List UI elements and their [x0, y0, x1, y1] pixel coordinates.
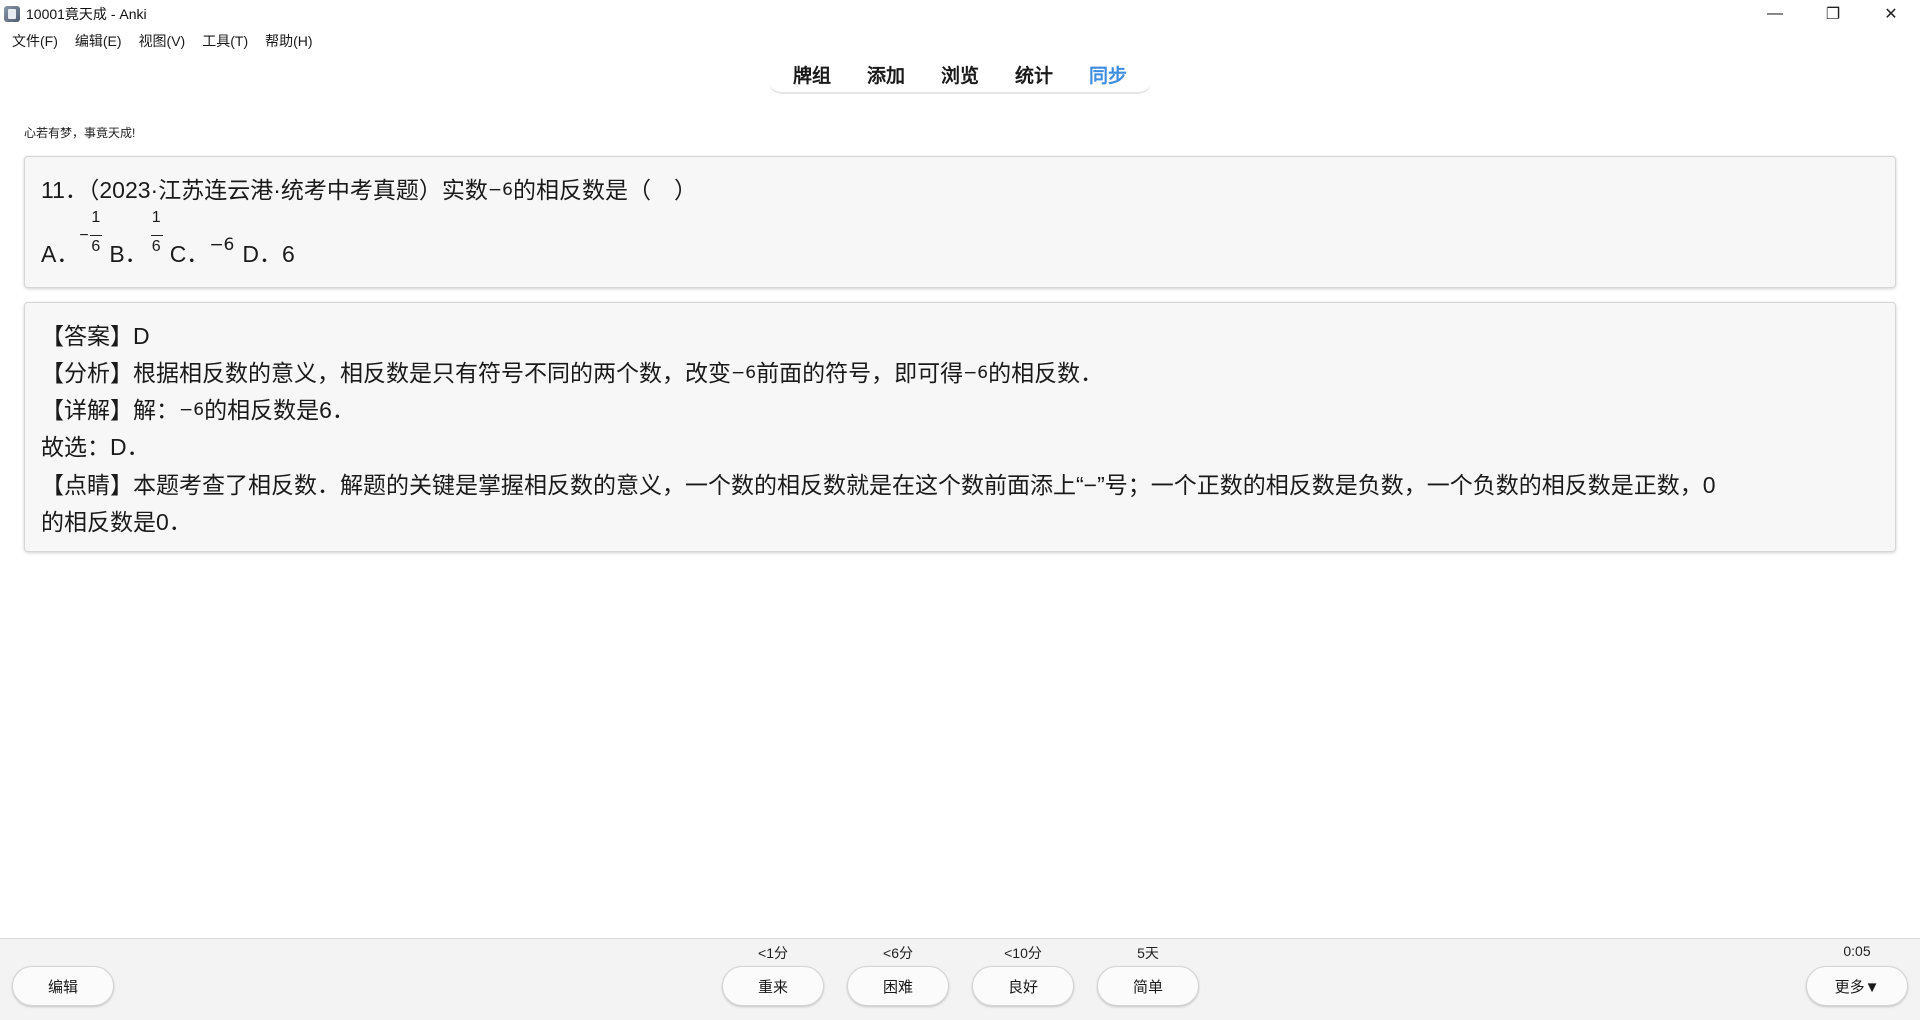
detail-text-2: 的相反数是6． [204, 397, 355, 423]
menu-bar: 文件(F) 编辑(E) 视图(V) 工具(T) 帮助(H) [0, 30, 330, 52]
hard-button[interactable]: 困难 [847, 966, 949, 1006]
nav-sync[interactable]: 同步 [1089, 61, 1127, 88]
nav-decks[interactable]: 牌组 [793, 61, 831, 88]
nav-browse[interactable]: 浏览 [941, 61, 979, 88]
nav-stats[interactable]: 统计 [1015, 61, 1053, 88]
nav-add[interactable]: 添加 [867, 61, 905, 88]
option-b-numerator: 1 [151, 209, 161, 226]
window-title: 10001竟天成 - Anki [26, 6, 147, 22]
more-button[interactable]: 更多▼ [1806, 966, 1908, 1006]
good-button[interactable]: 良好 [972, 966, 1074, 1006]
analysis-text-3: 的相反数． [988, 360, 1104, 386]
analysis-math-2: −6 [963, 363, 989, 383]
stem-math: −6 [487, 180, 513, 200]
stem-text: 11．（2023·江苏连云港·统考中考真题）实数 [41, 177, 488, 203]
option-a-numerator: 1 [91, 209, 101, 226]
top-nav: 牌组 添加 浏览 统计 同步 [768, 56, 1152, 94]
comment-line-2: 的相反数是0． [41, 509, 192, 535]
answer-line: 【答案】D [41, 323, 150, 349]
analysis-text-2: 前面的符号，即可得 [756, 360, 964, 386]
question-card: 11．（2023·江苏连云港·统考中考真题）实数−6的相反数是（ ） A． − … [24, 156, 1896, 288]
menu-file[interactable]: 文件(F) [12, 31, 58, 51]
option-b-label: B． [109, 241, 148, 267]
menu-edit[interactable]: 编辑(E) [75, 31, 122, 51]
stem-end: 的相反数是（ ） [512, 177, 697, 203]
question-stem: 11．（2023·江苏连云港·统考中考真题）实数−6的相反数是（ ） [41, 171, 697, 205]
comment-line: 【点睛】本题考查了相反数．解题的关键是掌握相反数的意义，一个数的相反数就是在这个… [41, 472, 1716, 498]
restore-icon[interactable]: ❐ [1804, 0, 1862, 28]
deck-motto: 心若有梦，事竟天成! [24, 126, 136, 140]
again-interval: <1分 [758, 945, 788, 961]
detail-line: 【详解】解：−6的相反数是6． [41, 391, 355, 425]
review-bottom-bar: 编辑 <1分 重来 <6分 困难 <10分 良好 5天 简单 0:05 更多▼ [0, 938, 1920, 1020]
option-c-math: −6 [209, 235, 235, 255]
option-b-fraction: 1 6 [148, 209, 170, 263]
window-controls: — ❐ ✕ [1746, 0, 1920, 28]
anki-app-icon [4, 6, 20, 22]
analysis-line: 【分析】根据相反数的意义，相反数是只有符号不同的两个数，改变−6前面的符号，即可… [41, 354, 1103, 388]
option-a-denominator: 6 [91, 238, 101, 255]
question-options: A． − 1 6 B． 1 6 C．−6 D．6 [41, 209, 295, 267]
analysis-text-1: 【分析】根据相反数的意义，相反数是只有符号不同的两个数，改变 [41, 360, 731, 386]
menu-view[interactable]: 视图(V) [139, 31, 186, 51]
review-timer: 0:05 [1843, 943, 1871, 959]
menu-tools[interactable]: 工具(T) [202, 31, 248, 51]
good-interval: <10分 [1004, 945, 1042, 961]
option-b-fraction-bar [150, 235, 163, 236]
edit-button[interactable]: 编辑 [12, 966, 114, 1006]
answer-card: 【答案】D 【分析】根据相反数的意义，相反数是只有符号不同的两个数，改变−6前面… [24, 302, 1896, 552]
option-a-sign: − [79, 227, 89, 244]
option-d: D．6 [242, 241, 295, 267]
title-bar: 10001竟天成 - Anki — ❐ ✕ [0, 0, 1920, 28]
detail-math: −6 [179, 400, 205, 420]
option-c-label: C． [169, 241, 210, 267]
easy-interval: 5天 [1137, 945, 1159, 961]
choice-line: 故选：D． [41, 434, 150, 460]
menu-help[interactable]: 帮助(H) [265, 31, 312, 51]
option-a-fraction-bar [90, 235, 103, 236]
again-button[interactable]: 重来 [722, 966, 824, 1006]
option-a-label: A． [41, 241, 80, 267]
close-icon[interactable]: ✕ [1862, 0, 1920, 28]
hard-interval: <6分 [883, 945, 913, 961]
option-a-fraction: − 1 6 [79, 209, 109, 263]
easy-button[interactable]: 简单 [1097, 966, 1199, 1006]
analysis-math-1: −6 [731, 363, 757, 383]
minimize-icon[interactable]: — [1746, 0, 1804, 28]
option-b-denominator: 6 [151, 238, 161, 255]
detail-text-1: 【详解】解： [41, 397, 179, 423]
